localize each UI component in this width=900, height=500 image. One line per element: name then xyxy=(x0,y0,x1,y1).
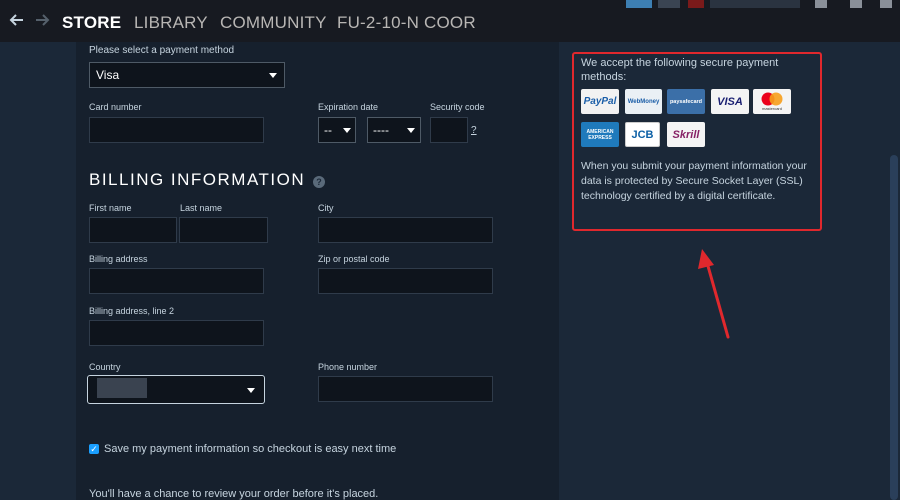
nav-library[interactable]: LIBRARY xyxy=(134,13,208,33)
payment-method-label: Please select a payment method xyxy=(89,45,235,56)
exp-month-select[interactable]: -- xyxy=(318,117,356,143)
chevron-down-icon xyxy=(407,128,415,133)
window-button[interactable] xyxy=(815,0,827,8)
security-code-label: Security code xyxy=(430,102,485,112)
nav-username[interactable]: FU-2-10-N COOR xyxy=(337,13,476,33)
exp-year-select[interactable]: ---- xyxy=(367,117,421,143)
expiration-label: Expiration date xyxy=(318,102,379,112)
forward-arrow-icon[interactable] xyxy=(33,12,51,30)
security-code-input[interactable] xyxy=(430,117,468,143)
help-icon[interactable]: ? xyxy=(313,176,325,188)
back-arrow-icon[interactable] xyxy=(8,12,26,30)
city-label: City xyxy=(318,203,334,213)
first-name-label: First name xyxy=(89,203,132,213)
city-input[interactable] xyxy=(318,217,493,243)
first-name-input[interactable] xyxy=(89,217,177,243)
payment-method-value: Visa xyxy=(96,68,120,82)
scrollbar-thumb[interactable] xyxy=(890,155,898,500)
card-number-input[interactable] xyxy=(89,117,264,143)
phone-input[interactable] xyxy=(318,376,493,402)
nav-store[interactable]: STORE xyxy=(62,13,121,33)
review-note: You'll have a chance to review your orde… xyxy=(89,488,379,500)
exp-month-value: -- xyxy=(324,123,332,137)
billing-address2-input[interactable] xyxy=(89,320,264,346)
annotation-arrow-icon xyxy=(698,249,730,339)
window-button[interactable] xyxy=(850,0,862,8)
zip-input[interactable] xyxy=(318,268,493,294)
chevron-down-icon xyxy=(247,388,255,393)
avatar[interactable] xyxy=(688,0,704,8)
billing-heading: BILLING INFORMATION xyxy=(89,170,306,189)
window-button[interactable] xyxy=(880,0,892,8)
card-number-label: Card number xyxy=(89,102,142,112)
save-payment-label: Save my payment information so checkout … xyxy=(104,443,397,455)
zip-label: Zip or postal code xyxy=(318,254,390,264)
inbox-button[interactable] xyxy=(658,0,680,8)
account-menu[interactable] xyxy=(710,0,800,8)
billing-address2-label: Billing address, line 2 xyxy=(89,306,175,316)
billing-address-label: Billing address xyxy=(89,254,148,264)
exp-year-value: ---- xyxy=(373,123,389,137)
last-name-label: Last name xyxy=(180,203,223,213)
billing-address-input[interactable] xyxy=(89,268,264,294)
security-code-help-link[interactable]: ? xyxy=(471,125,477,136)
save-payment-checkbox[interactable]: ✓ xyxy=(89,444,99,454)
country-value-redacted xyxy=(97,378,147,398)
nav-community[interactable]: COMMUNITY xyxy=(220,13,327,33)
country-label: Country xyxy=(89,362,121,372)
notification-button[interactable] xyxy=(626,0,652,8)
payment-method-select[interactable]: Visa xyxy=(89,62,285,88)
last-name-input[interactable] xyxy=(179,217,268,243)
highlight-box xyxy=(572,52,822,231)
phone-label: Phone number xyxy=(318,362,378,372)
chevron-down-icon xyxy=(269,73,277,78)
chevron-down-icon xyxy=(343,128,351,133)
